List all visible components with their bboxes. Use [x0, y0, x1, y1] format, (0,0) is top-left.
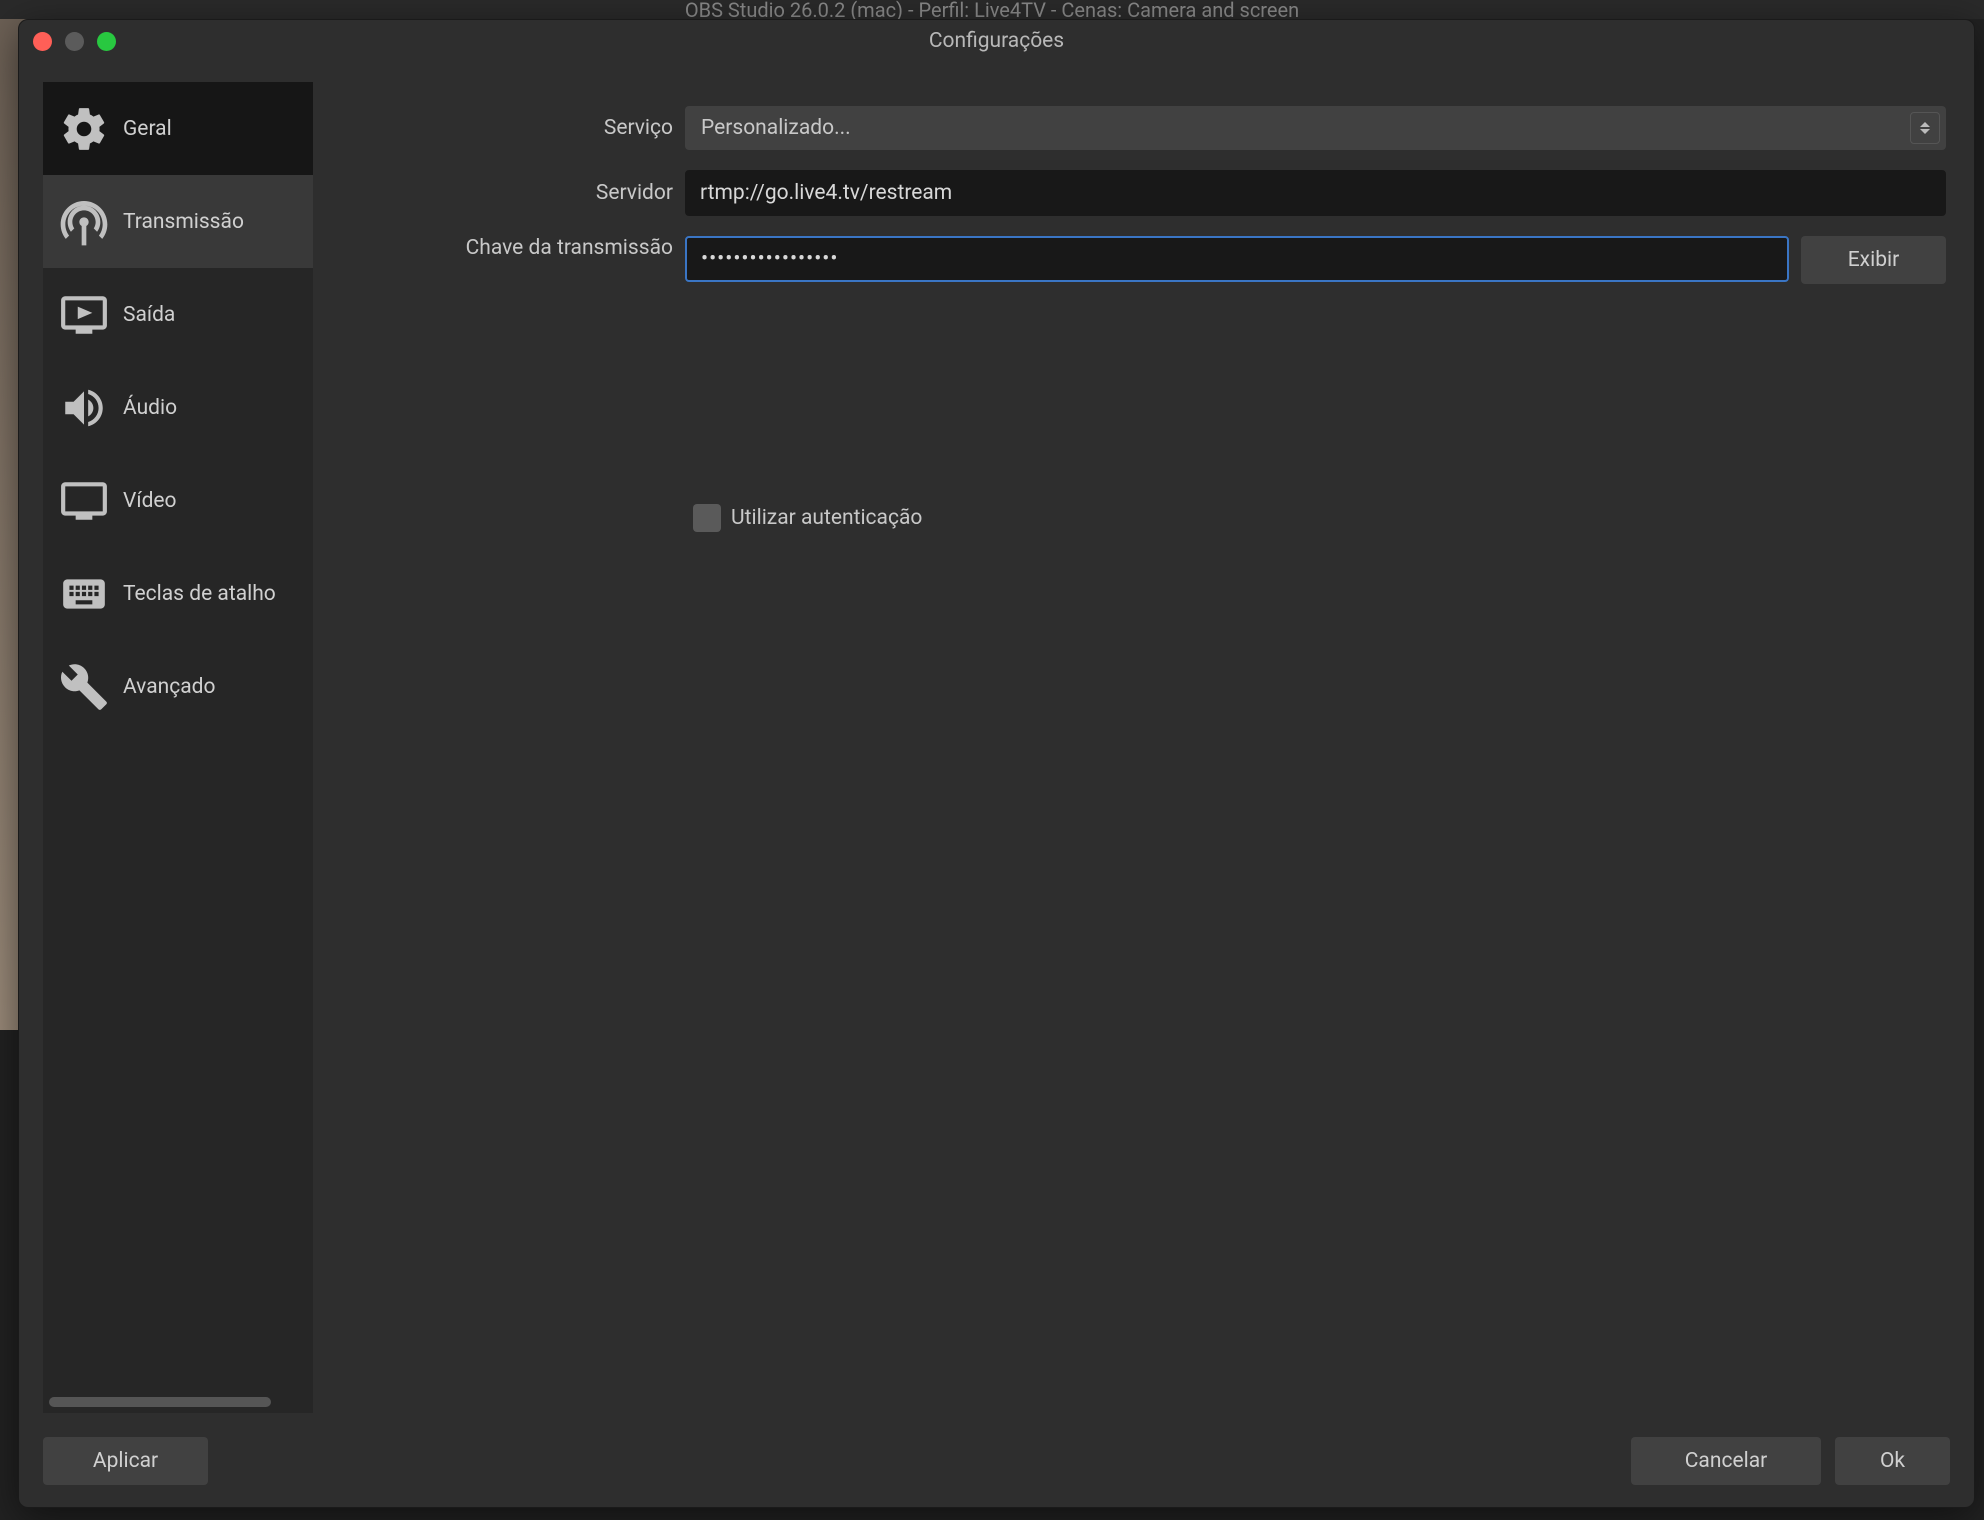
- service-label: Serviço: [333, 116, 673, 140]
- sidebar-item-label: Vídeo: [123, 489, 177, 513]
- sidebar-item-label: Saída: [123, 303, 175, 327]
- apply-button[interactable]: Aplicar: [43, 1437, 208, 1485]
- sidebar-scrollbar[interactable]: [49, 1397, 307, 1409]
- gear-icon: [53, 104, 115, 154]
- video-icon: [53, 476, 115, 526]
- close-window-button[interactable]: [33, 32, 52, 51]
- settings-sidebar: Geral Transmissão Saída Áudio: [43, 82, 313, 1413]
- stream-key-label: Chave da transmissão: [333, 236, 673, 284]
- tools-icon: [53, 662, 115, 712]
- sidebar-item-label: Transmissão: [123, 210, 244, 234]
- settings-window-title: Configurações: [929, 29, 1064, 53]
- main-app-title: OBS Studio 26.0.2 (mac) - Perfil: Live4T…: [685, 0, 1299, 19]
- sidebar-item-label: Áudio: [123, 396, 177, 420]
- show-stream-key-button[interactable]: Exibir: [1801, 236, 1946, 284]
- window-controls: [33, 32, 116, 51]
- use-auth-label: Utilizar autenticação: [731, 506, 922, 530]
- sidebar-item-audio[interactable]: Áudio: [43, 361, 313, 454]
- service-select[interactable]: Personalizado...: [685, 106, 1946, 150]
- stream-settings-panel: Serviço Personalizado... Servidor Chave …: [333, 82, 1950, 1413]
- settings-window: Configurações Geral Transmissão Saída: [18, 19, 1975, 1508]
- ok-button[interactable]: Ok: [1835, 1437, 1950, 1485]
- service-select-value: Personalizado...: [701, 116, 851, 140]
- sidebar-item-output[interactable]: Saída: [43, 268, 313, 361]
- stream-key-input[interactable]: [685, 236, 1789, 282]
- output-icon: [53, 290, 115, 340]
- server-input[interactable]: [685, 170, 1946, 216]
- chevron-up-down-icon: [1910, 112, 1940, 144]
- audio-icon: [53, 383, 115, 433]
- server-label: Servidor: [333, 181, 673, 205]
- settings-footer: Aplicar Cancelar Ok: [19, 1423, 1974, 1507]
- sidebar-item-label: Avançado: [123, 675, 215, 699]
- minimize-window-button[interactable]: [65, 32, 84, 51]
- sidebar-item-stream[interactable]: Transmissão: [43, 175, 313, 268]
- sidebar-item-label: Teclas de atalho: [123, 582, 276, 606]
- sidebar-scrollbar-thumb[interactable]: [49, 1397, 271, 1407]
- sidebar-item-hotkeys[interactable]: Teclas de atalho: [43, 547, 313, 640]
- use-auth-checkbox[interactable]: [693, 504, 721, 532]
- sidebar-item-video[interactable]: Vídeo: [43, 454, 313, 547]
- sidebar-item-advanced[interactable]: Avançado: [43, 640, 313, 733]
- settings-titlebar[interactable]: Configurações: [19, 20, 1974, 62]
- fullscreen-window-button[interactable]: [97, 32, 116, 51]
- keyboard-icon: [53, 569, 115, 619]
- sidebar-item-general[interactable]: Geral: [43, 82, 313, 175]
- main-app-titlebar: OBS Studio 26.0.2 (mac) - Perfil: Live4T…: [0, 0, 1984, 19]
- sidebar-item-label: Geral: [123, 117, 172, 141]
- broadcast-icon: [53, 194, 115, 250]
- cancel-button[interactable]: Cancelar: [1631, 1437, 1821, 1485]
